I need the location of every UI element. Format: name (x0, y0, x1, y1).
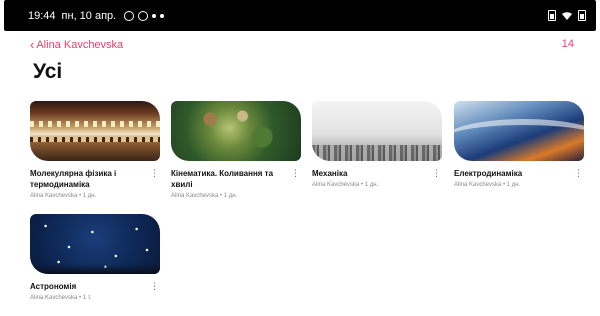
more-vertical-icon[interactable]: ⋮ (291, 168, 300, 179)
status-time: 19:44 (28, 9, 56, 22)
more-vertical-icon[interactable]: ⋮ (574, 168, 583, 179)
chevron-left-icon: ‹ (30, 37, 35, 52)
card-meta: Alina Kavchevska • 1 дн. (171, 193, 238, 199)
more-vertical-icon[interactable]: ⋮ (150, 168, 159, 179)
status-date: пн, 10 апр. (61, 9, 117, 22)
card-title: Молекулярна фізика і термодинаміка (30, 169, 117, 189)
card-title: Кінематика. Коливання та хвилі (171, 169, 274, 189)
notebook-card[interactable]: Молекулярна фізика і термодинаміка Alina… (30, 101, 160, 199)
notification-icons (124, 10, 165, 21)
notebook-card[interactable]: Кінематика. Коливання та хвилі Alina Kav… (171, 101, 301, 199)
card-meta: Alina Kavchevska • 1 дн. (454, 182, 521, 188)
page-title: Усі (33, 60, 63, 83)
more-vertical-icon[interactable]: ⋮ (432, 168, 441, 179)
card-thumbnail[interactable] (454, 101, 584, 161)
notebook-card[interactable]: Електродинаміка Alina Kavchevska • 1 дн.… (454, 101, 584, 188)
card-thumbnail[interactable] (30, 214, 160, 274)
system-icons (548, 10, 586, 21)
battery-saver-icon (548, 10, 556, 21)
card-title: Механіка (312, 169, 348, 178)
whatsapp-icon (124, 10, 135, 21)
card-title: Електродинаміка (454, 169, 523, 178)
dot-icon (160, 13, 165, 18)
card-thumbnail[interactable] (30, 101, 160, 161)
back-button[interactable]: ‹ Alina Kavchevska (30, 38, 123, 51)
card-thumbnail[interactable] (171, 101, 301, 161)
card-meta: Alina Kavchevska • 1 т. (30, 295, 92, 301)
dot-icon (152, 13, 157, 18)
viber-icon (138, 10, 149, 21)
card-meta: Alina Kavchevska • 1 дн. (30, 193, 97, 199)
wifi-icon (562, 11, 572, 20)
card-meta: Alina Kavchevska • 1 дн. (312, 182, 379, 188)
card-title: Астрономія (30, 282, 77, 291)
notebook-card[interactable]: Астрономія Alina Kavchevska • 1 т. ⋮ (30, 214, 160, 301)
notebook-card[interactable]: Механіка Alina Kavchevska • 1 дн. ⋮ (312, 101, 442, 188)
more-vertical-icon[interactable]: ⋮ (150, 281, 159, 292)
battery-icon (578, 10, 586, 21)
card-thumbnail[interactable] (312, 101, 442, 161)
back-label: Alina Kavchevska (36, 38, 124, 51)
item-count[interactable]: 14 (562, 38, 574, 50)
status-bar: 19:44 пн, 10 апр. (4, 0, 596, 31)
